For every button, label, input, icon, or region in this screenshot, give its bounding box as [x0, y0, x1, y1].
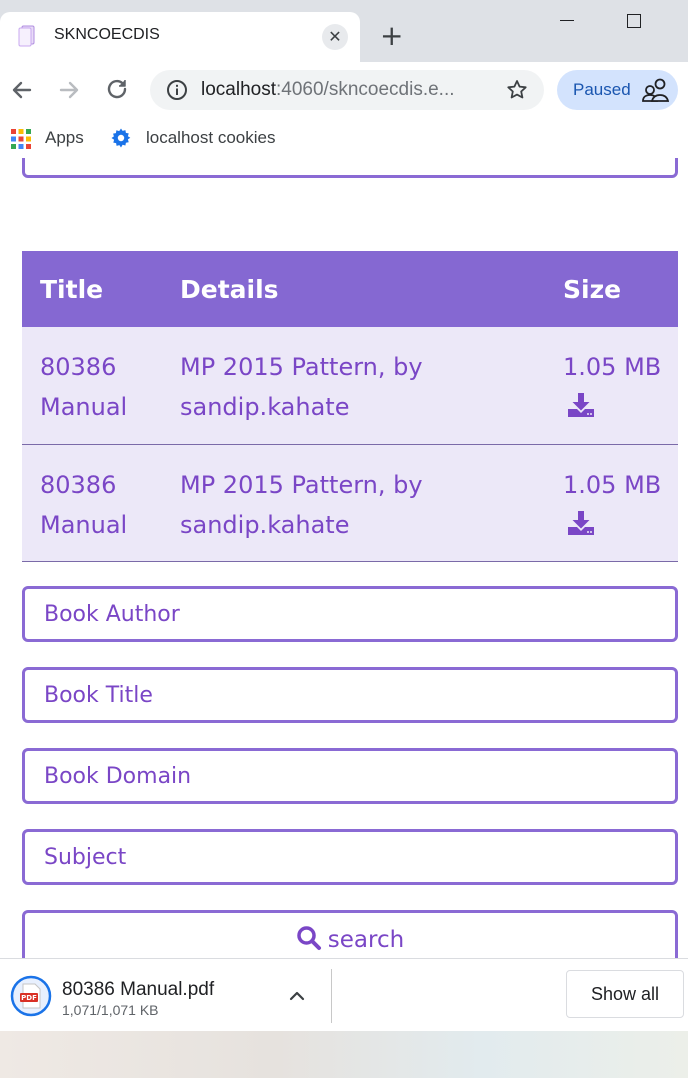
svg-text:PDF: PDF — [21, 994, 37, 1002]
download-icon[interactable] — [567, 392, 595, 418]
tab-strip: SKNCOECDIS ✕ + — [0, 0, 688, 62]
subject-field — [22, 829, 678, 885]
back-icon[interactable] — [8, 76, 36, 104]
url-host: localhost — [201, 79, 276, 100]
book-domain-field — [22, 748, 678, 804]
pdf-file-icon[interactable]: PDF — [10, 975, 52, 1017]
page-favicon-icon — [18, 25, 35, 47]
site-info-icon[interactable] — [166, 79, 188, 101]
row-title: 80386 Manual — [22, 444, 162, 562]
download-icon[interactable] — [567, 510, 595, 536]
book-title-input[interactable] — [25, 670, 675, 720]
row-size-cell: 1.05 MB — [545, 444, 678, 562]
row-size: 1.05 MB — [563, 470, 662, 499]
reload-icon[interactable] — [103, 76, 131, 104]
search-icon — [297, 926, 321, 950]
book-author-field — [22, 586, 678, 642]
browser-toolbar: localhost:4060/skncoecdis.e... Paused — [0, 62, 688, 118]
gear-icon — [111, 128, 131, 148]
row-title: 80386 Manual — [22, 327, 162, 445]
row-size: 1.05 MB — [563, 353, 662, 381]
bookmark-label: Apps — [45, 128, 84, 147]
row-details: MP 2015 Pattern, by sandip.kahate — [162, 444, 545, 562]
bookmark-localhost-cookies[interactable]: localhost cookies — [110, 126, 310, 150]
new-tab-icon[interactable]: + — [380, 22, 403, 50]
url-path: :4060/skncoecdis.e... — [276, 79, 455, 100]
download-file-name[interactable]: 80386 Manual.pdf — [62, 979, 214, 1001]
column-header-details: Details — [162, 251, 545, 327]
search-button[interactable]: search — [22, 910, 678, 958]
book-author-input[interactable] — [25, 589, 675, 639]
profile-paused-button[interactable]: Paused — [557, 70, 678, 110]
bookmarks-bar: Apps localhost cookies — [0, 118, 688, 158]
column-header-title: Title — [22, 251, 162, 327]
row-details: MP 2015 Pattern, by sandip.kahate — [162, 327, 545, 445]
apps-grid-icon — [11, 129, 31, 149]
address-bar[interactable]: localhost:4060/skncoecdis.e... — [150, 70, 544, 110]
book-domain-input[interactable] — [25, 751, 675, 801]
minimize-icon[interactable] — [560, 20, 574, 21]
maximize-icon[interactable] — [627, 14, 641, 28]
search-button-label: search — [327, 927, 405, 953]
forward-icon[interactable] — [55, 76, 83, 104]
book-title-field — [22, 667, 678, 723]
partial-input-field[interactable] — [22, 158, 678, 178]
bookmark-apps[interactable]: Apps — [10, 126, 90, 150]
bookmark-star-icon[interactable] — [505, 78, 529, 102]
subject-input[interactable] — [25, 832, 675, 882]
download-file-progress: 1,071/1,071 KB — [62, 1002, 159, 1018]
shelf-divider — [331, 969, 332, 1023]
show-all-button[interactable]: Show all — [566, 970, 684, 1018]
table-row: 80386 Manual MP 2015 Pattern, by sandip.… — [22, 327, 678, 445]
search-button-content: search — [296, 925, 404, 953]
desktop-background — [0, 1031, 688, 1078]
profile-status: Paused — [573, 80, 631, 99]
column-header-size: Size — [545, 251, 678, 327]
table-header-row: Title Details Size — [22, 251, 678, 327]
table-row: 80386 Manual MP 2015 Pattern, by sandip.… — [22, 444, 678, 562]
bookmark-label: localhost cookies — [146, 128, 276, 147]
profile-avatar-icon — [642, 78, 669, 102]
results-table: Title Details Size 80386 Manual MP 2015 … — [22, 251, 678, 562]
tab-close-icon[interactable]: ✕ — [322, 24, 348, 50]
download-shelf: PDF 80386 Manual.pdf 1,071/1,071 KB Show… — [0, 958, 688, 1031]
row-size-cell: 1.05 MB — [545, 327, 678, 445]
page-content: Title Details Size 80386 Manual MP 2015 … — [0, 158, 688, 958]
url-text: localhost:4060/skncoecdis.e... — [201, 79, 455, 101]
tab-title: SKNCOECDIS — [54, 26, 160, 43]
browser-tab[interactable]: SKNCOECDIS ✕ — [0, 12, 360, 62]
chevron-up-icon[interactable] — [286, 985, 308, 1007]
